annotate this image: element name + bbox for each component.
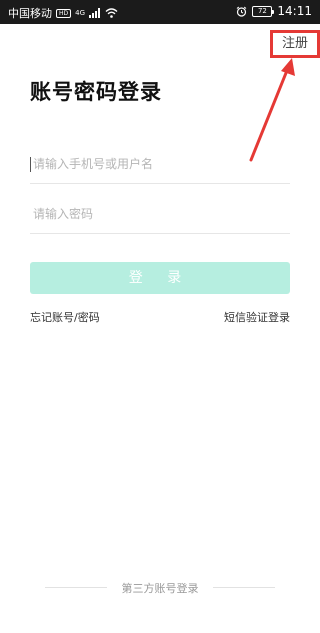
status-bar-right: 72 14:11 bbox=[236, 4, 312, 18]
password-input[interactable] bbox=[30, 194, 290, 233]
signal-bars-icon bbox=[89, 8, 101, 18]
hd-badge: HD bbox=[56, 8, 72, 18]
page-title: 账号密码登录 bbox=[30, 80, 162, 104]
carrier-name: 中国移动 bbox=[8, 7, 52, 20]
status-bar-left: 中国移动 HD 4G bbox=[8, 5, 118, 21]
third-party-section: 第三方账号登录 bbox=[0, 578, 320, 596]
forgot-account-link[interactable]: 忘记账号/密码 bbox=[30, 309, 100, 325]
username-field[interactable] bbox=[30, 144, 290, 184]
sms-login-link[interactable]: 短信验证登录 bbox=[224, 309, 290, 325]
third-party-login-label[interactable]: 第三方账号登录 bbox=[0, 580, 320, 596]
status-time: 14:11 bbox=[277, 4, 312, 18]
username-input[interactable] bbox=[30, 144, 290, 183]
network-type: 4G bbox=[75, 9, 86, 17]
text-cursor bbox=[30, 157, 31, 172]
battery-icon: 72 bbox=[252, 5, 275, 17]
login-button[interactable]: 登 录 bbox=[30, 262, 290, 294]
divider bbox=[213, 587, 275, 588]
alarm-icon bbox=[236, 6, 247, 17]
password-field[interactable] bbox=[30, 194, 290, 234]
status-bar: 中国移动 HD 4G 72 14:11 bbox=[0, 0, 320, 24]
register-link[interactable]: 注册 bbox=[270, 30, 320, 58]
wifi-icon bbox=[105, 8, 118, 18]
